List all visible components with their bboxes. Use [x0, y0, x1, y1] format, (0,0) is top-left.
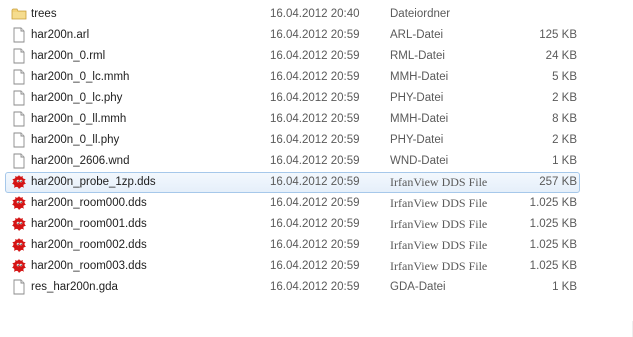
file-name: res_har200n.gda — [31, 281, 118, 293]
file-date: 16.04.2012 20:40 — [270, 8, 360, 20]
file-row[interactable]: res_har200n.gda 16.04.2012 20:59 GDA-Datei… — [0, 277, 633, 298]
file-type: PHY-Datei — [390, 92, 444, 104]
file-row[interactable]: har200n_room002.dds 16.04.2012 20:59 Irfan… — [0, 235, 633, 256]
irfanview-icon — [11, 237, 27, 253]
file-type: WND-Datei — [390, 155, 449, 167]
file-icon — [11, 27, 27, 43]
file-size: 2 KB — [552, 134, 577, 146]
file-type: IrfanView DDS File — [390, 259, 488, 273]
file-size: 125 KB — [539, 29, 577, 41]
file-icon — [11, 153, 27, 169]
file-type: MMH-Datei — [390, 71, 449, 83]
file-type: PHY-Datei — [390, 134, 444, 146]
file-icon — [11, 132, 27, 148]
file-name: har200n_room003.dds — [31, 260, 147, 272]
file-row[interactable]: har200n_0_ll.mmh 16.04.2012 20:59 MMH-Date… — [0, 109, 633, 130]
file-size: 1.025 KB — [529, 239, 577, 251]
file-type: Dateiordner — [390, 8, 451, 20]
file-date: 16.04.2012 20:59 — [270, 218, 360, 230]
file-size: 1.025 KB — [529, 218, 577, 230]
file-type: IrfanView DDS File — [390, 175, 488, 189]
file-name: har200n_0.rml — [31, 50, 106, 62]
file-date: 16.04.2012 20:59 — [270, 134, 360, 146]
file-type: IrfanView DDS File — [390, 196, 488, 210]
file-type: RML-Datei — [390, 50, 445, 62]
file-date: 16.04.2012 20:59 — [270, 176, 360, 188]
file-row[interactable]: har200n_room003.dds 16.04.2012 20:59 Irfan… — [0, 256, 633, 277]
file-size: 1.025 KB — [529, 260, 577, 272]
folder-icon — [11, 6, 27, 22]
file-name: har200n_0_ll.mmh — [31, 113, 127, 125]
file-type: GDA-Datei — [390, 281, 446, 293]
file-icon — [11, 90, 27, 106]
file-date: 16.04.2012 20:59 — [270, 50, 360, 62]
file-date: 16.04.2012 20:59 — [270, 71, 360, 83]
file-list: trees 16.04.2012 20:40 Dateiordner har200n.… — [0, 4, 633, 298]
file-name: har200n_0_lc.mmh — [31, 71, 130, 83]
file-size: 1.025 KB — [529, 197, 577, 209]
file-type: IrfanView DDS File — [390, 217, 488, 231]
file-size: 24 KB — [545, 50, 577, 62]
file-name: har200n_room001.dds — [31, 218, 147, 230]
file-icon — [11, 111, 27, 127]
irfanview-icon — [11, 195, 27, 211]
file-date: 16.04.2012 20:59 — [270, 239, 360, 251]
file-icon — [11, 48, 27, 64]
file-row[interactable]: har200n_probe_1zp.dds 16.04.2012 20:59 Irf… — [0, 172, 633, 193]
file-row[interactable]: har200n_0.rml 16.04.2012 20:59 RML-Datei 24… — [0, 46, 633, 67]
file-row[interactable]: har200n_room001.dds 16.04.2012 20:59 Irfan… — [0, 214, 633, 235]
file-size: 1 KB — [552, 155, 577, 167]
file-size: 8 KB — [552, 113, 577, 125]
file-row[interactable]: trees 16.04.2012 20:40 Dateiordner — [0, 4, 633, 25]
file-date: 16.04.2012 20:59 — [270, 155, 360, 167]
file-date: 16.04.2012 20:59 — [270, 113, 360, 125]
file-row[interactable]: har200n_0_lc.mmh 16.04.2012 20:59 MMH-Date… — [0, 67, 633, 88]
irfanview-icon — [11, 216, 27, 232]
file-name: har200n_probe_1zp.dds — [31, 176, 156, 188]
file-size: 5 KB — [552, 71, 577, 83]
file-name: har200n_0_lc.phy — [31, 92, 123, 104]
file-date: 16.04.2012 20:59 — [270, 29, 360, 41]
file-size: 2 KB — [552, 92, 577, 104]
file-date: 16.04.2012 20:59 — [270, 260, 360, 272]
file-name: har200n_0_ll.phy — [31, 134, 120, 146]
file-name: har200n.arl — [31, 29, 90, 41]
file-size: 1 KB — [552, 281, 577, 293]
file-row[interactable]: har200n_0_ll.phy 16.04.2012 20:59 PHY-Date… — [0, 130, 633, 151]
file-name: trees — [31, 8, 57, 20]
file-row[interactable]: har200n_0_lc.phy 16.04.2012 20:59 PHY-Date… — [0, 88, 633, 109]
file-date: 16.04.2012 20:59 — [270, 281, 360, 293]
file-name: har200n_room002.dds — [31, 239, 147, 251]
file-icon — [11, 69, 27, 85]
file-type: MMH-Datei — [390, 113, 449, 125]
file-size: 257 KB — [539, 176, 577, 188]
file-type: IrfanView DDS File — [390, 238, 488, 252]
file-name: har200n_room000.dds — [31, 197, 147, 209]
file-name: har200n_2606.wnd — [31, 155, 130, 167]
file-row[interactable]: har200n.arl 16.04.2012 20:59 ARL-Datei 125 … — [0, 25, 633, 46]
file-type: ARL-Datei — [390, 29, 444, 41]
file-row[interactable]: har200n_room000.dds 16.04.2012 20:59 Irfan… — [0, 193, 633, 214]
file-icon — [11, 279, 27, 295]
irfanview-icon — [11, 258, 27, 274]
file-row[interactable]: har200n_2606.wnd 16.04.2012 20:59 WND-Date… — [0, 151, 633, 172]
file-date: 16.04.2012 20:59 — [270, 197, 360, 209]
file-date: 16.04.2012 20:59 — [270, 92, 360, 104]
irfanview-icon — [11, 174, 27, 190]
